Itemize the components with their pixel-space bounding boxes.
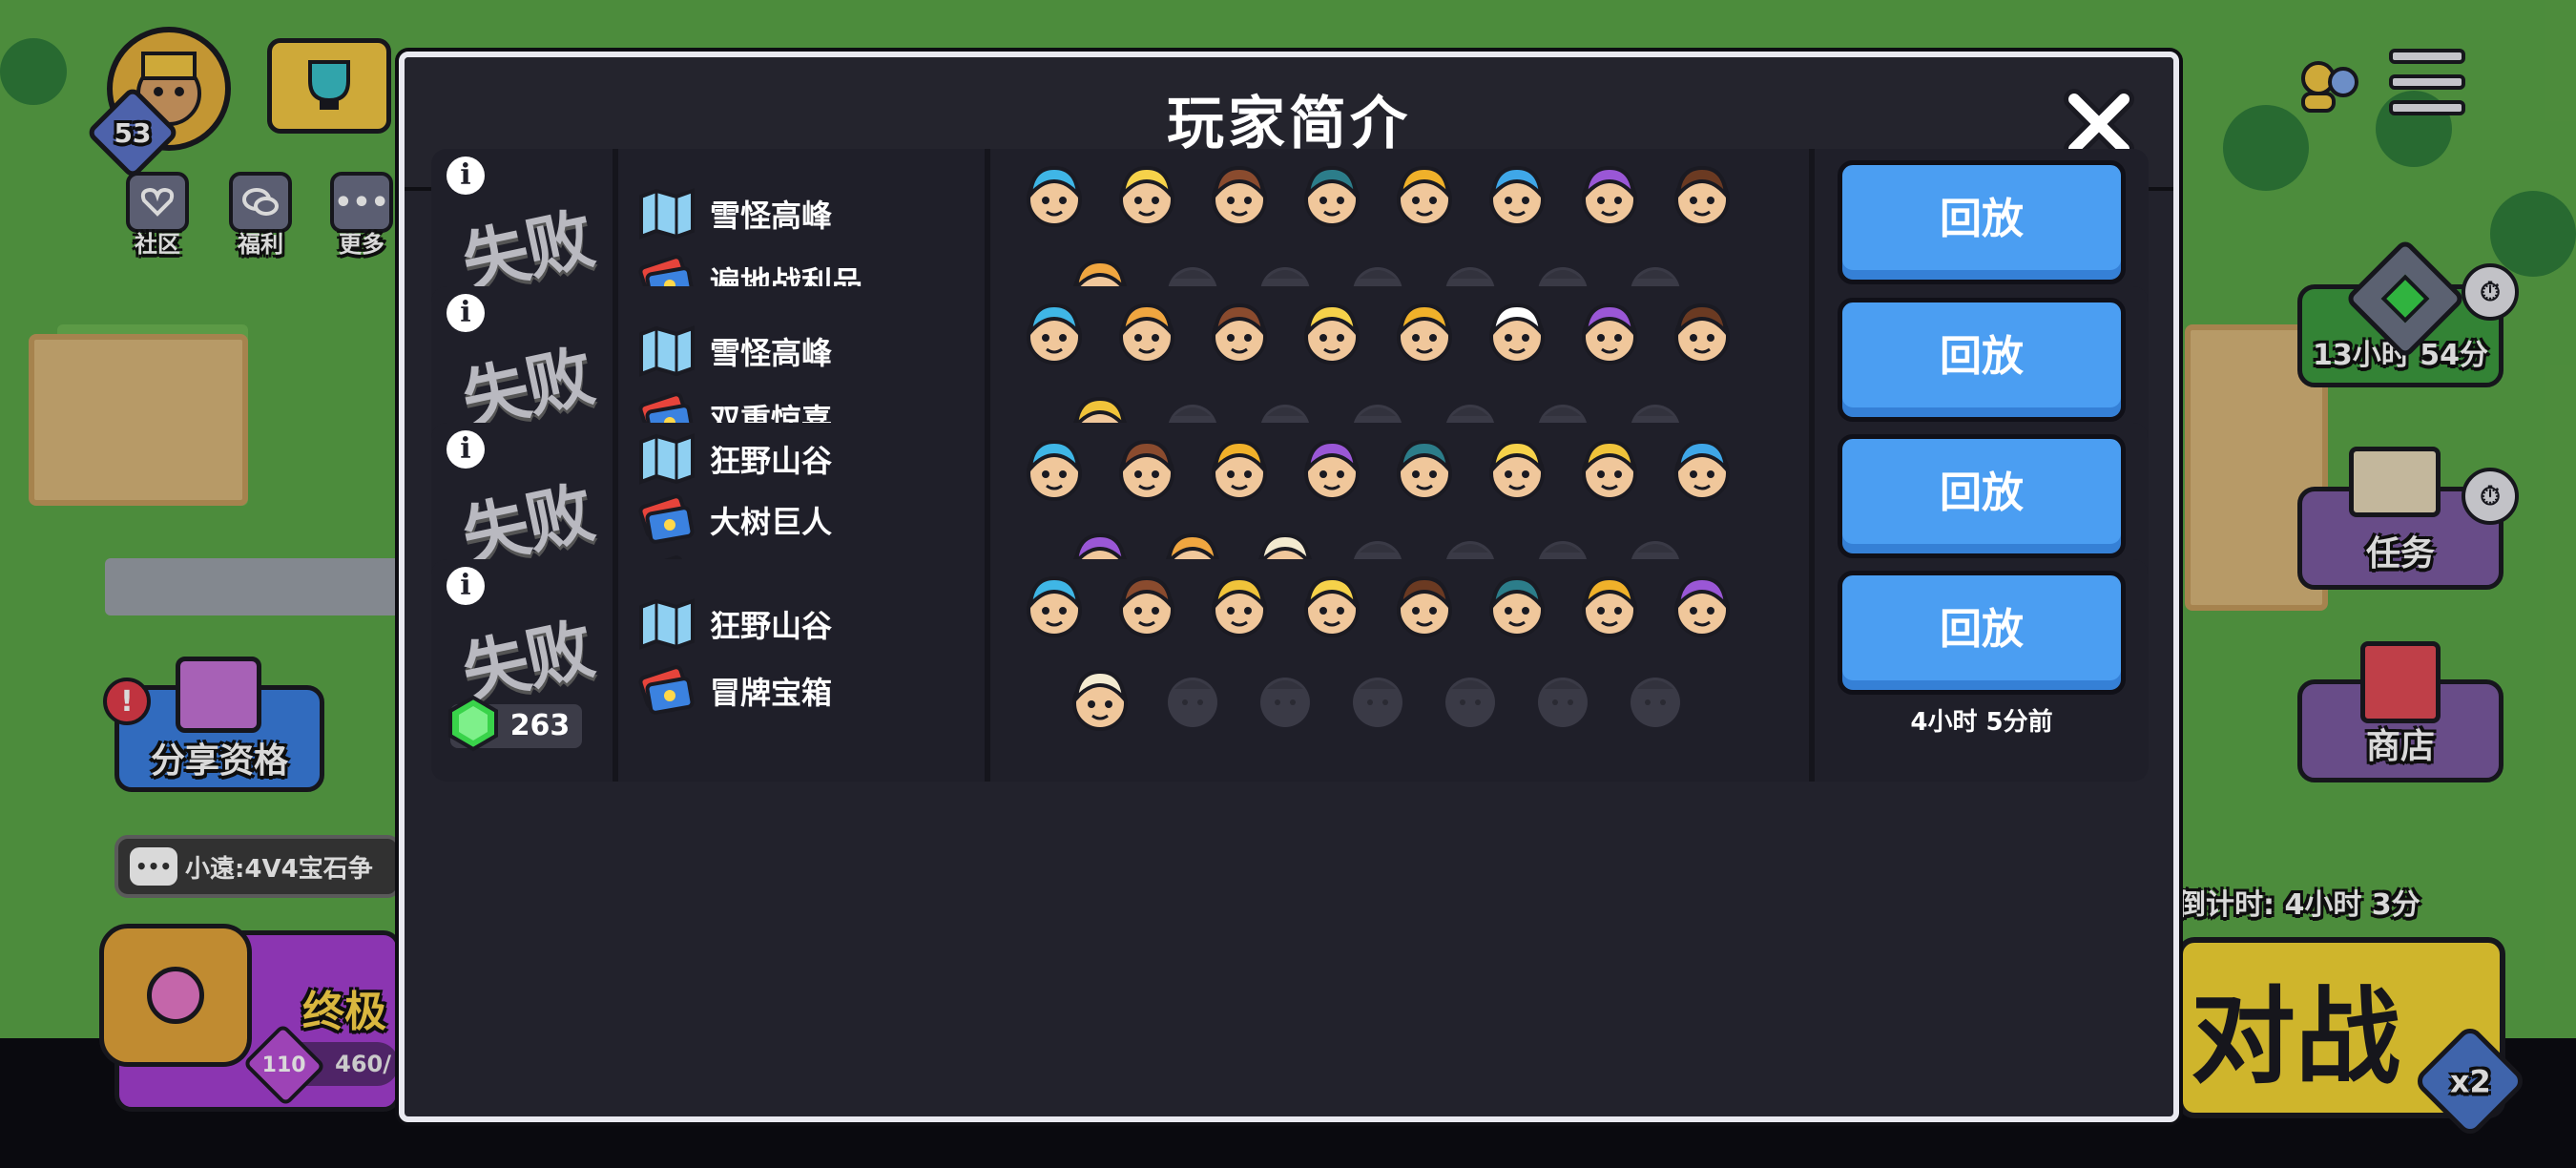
mode-label: 冒牌宝箱 — [710, 675, 833, 711]
info-icon[interactable]: i — [447, 294, 485, 332]
mode-item: 狂野山谷 — [637, 595, 832, 653]
trophy-change: 263 — [509, 709, 571, 742]
brawler-avatar-icon — [1667, 434, 1737, 505]
empty-slot-avatar-icon — [1435, 664, 1506, 735]
brawler-avatar-icon — [1019, 571, 1090, 641]
mode-item: 狂野山谷 — [637, 430, 832, 488]
empty-slot-avatar-icon — [1250, 664, 1320, 735]
mode-label: 狂野山谷 — [710, 443, 833, 479]
map-icon — [637, 432, 696, 486]
battle-log-row: i 失败 263 狂野山谷冒牌宝箱 回放 4小时 5分前 — [431, 559, 2149, 782]
empty-slot-avatar-icon — [1527, 664, 1598, 735]
brawler-avatar-icon — [1111, 298, 1182, 368]
brawler-avatar-icon — [1389, 571, 1460, 641]
brawler-avatar-icon — [1204, 160, 1275, 231]
brawler-avatar-icon — [1574, 434, 1645, 505]
result-label: 失败 — [455, 198, 599, 303]
time-ago: 4小时 5分前 — [1910, 708, 2053, 737]
brawler-avatar-icon — [1482, 160, 1552, 231]
mode-item: 大树巨人 — [637, 491, 832, 549]
mode-label: 狂野山谷 — [710, 608, 833, 644]
mode-column: 狂野山谷 冒牌宝箱 — [618, 559, 985, 782]
brawler-avatar-icon — [1065, 664, 1135, 735]
ticket-icon — [637, 493, 696, 547]
mode-label: 雪怪高峰 — [710, 198, 833, 234]
brawler-avatar-icon — [1574, 571, 1645, 641]
brawler-avatar-icon — [1111, 434, 1182, 505]
mode-label: 大树巨人 — [710, 504, 833, 540]
brawler-avatar-icon — [1482, 571, 1552, 641]
info-icon[interactable]: i — [447, 430, 485, 469]
brawler-avatar-icon — [1019, 434, 1090, 505]
brawler-avatar-icon — [1389, 298, 1460, 368]
brawler-avatar-icon — [1482, 434, 1552, 505]
mode-item: 雪怪高峰 — [637, 185, 832, 242]
result-label: 失败 — [455, 472, 599, 577]
info-icon[interactable]: i — [447, 567, 485, 605]
gem-icon — [447, 695, 500, 752]
brawler-avatar-icon — [1297, 571, 1367, 641]
result-label: 失败 — [455, 609, 599, 714]
map-icon — [637, 187, 696, 240]
ticket-icon — [637, 664, 696, 718]
replay-button[interactable]: 回放 — [1838, 298, 2126, 422]
replay-button[interactable]: 回放 — [1838, 160, 2126, 284]
brawler-avatar-icon — [1297, 160, 1367, 231]
brawler-avatar-icon — [1574, 298, 1645, 368]
brawler-avatar-icon — [1389, 160, 1460, 231]
mode-item: 雪怪高峰 — [637, 323, 832, 380]
info-icon[interactable]: i — [447, 156, 485, 195]
result-label: 失败 — [455, 336, 599, 441]
brawler-avatar-icon — [1204, 571, 1275, 641]
brawler-avatar-icon — [1204, 298, 1275, 368]
brawler-avatar-icon — [1574, 160, 1645, 231]
brawler-avatar-icon — [1482, 298, 1552, 368]
replay-button[interactable]: 回放 — [1838, 434, 2126, 558]
empty-slot-avatar-icon — [1342, 664, 1413, 735]
brawler-avatar-icon — [1667, 160, 1737, 231]
brawler-avatar-icon — [1389, 434, 1460, 505]
player-profile-modal: 玩家简介 i失败113雪怪高峰遍地战利品回放3小时 47分前i失败197雪怪高峰… — [399, 52, 2179, 1122]
brawler-avatar-icon — [1204, 434, 1275, 505]
brawler-avatar-icon — [1667, 571, 1737, 641]
brawler-avatar-icon — [1297, 298, 1367, 368]
map-icon — [637, 597, 696, 651]
mode-item: 冒牌宝箱 — [637, 662, 832, 720]
result-column: i 失败 263 — [431, 559, 613, 782]
replay-button[interactable]: 回放 — [1838, 571, 2126, 695]
brawler-avatar-icon — [1667, 298, 1737, 368]
brawler-avatar-icon — [1019, 160, 1090, 231]
empty-slot-avatar-icon — [1620, 664, 1691, 735]
team-column — [990, 559, 1809, 782]
brawler-avatar-icon — [1019, 298, 1090, 368]
brawler-avatar-icon — [1297, 434, 1367, 505]
brawler-avatar-icon — [1111, 160, 1182, 231]
empty-slot-avatar-icon — [1157, 664, 1228, 735]
brawler-avatar-icon — [1111, 571, 1182, 641]
map-icon — [637, 324, 696, 378]
replay-column: 回放 4小时 5分前 — [1815, 559, 2149, 782]
mode-label: 雪怪高峰 — [710, 335, 833, 371]
